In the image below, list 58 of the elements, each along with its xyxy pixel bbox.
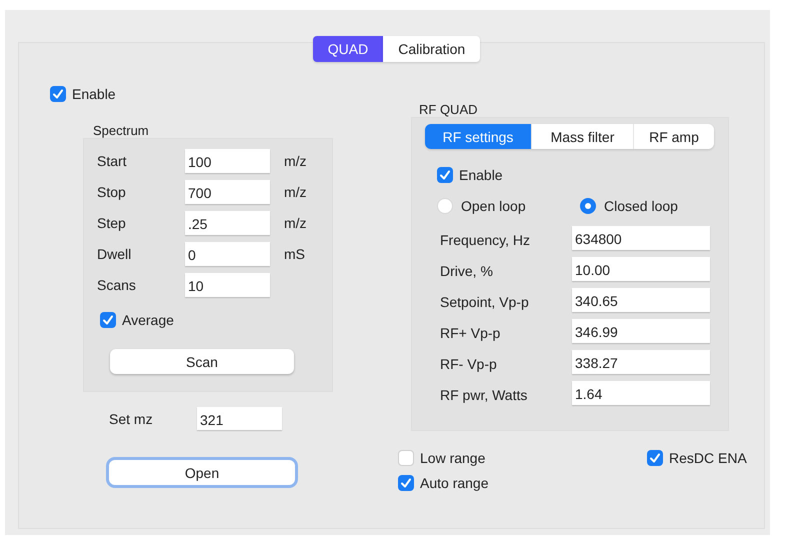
radio-label: Open loop <box>461 198 526 214</box>
checkbox[interactable] <box>398 450 414 466</box>
input-field[interactable]: 634800 <box>572 226 710 250</box>
tab[interactable]: QUAD <box>312 36 384 62</box>
input-field[interactable]: 346.99 <box>572 319 710 343</box>
input-field[interactable]: 100 <box>185 149 270 173</box>
unit-label: m/z <box>284 215 307 231</box>
input-field[interactable]: 340.65 <box>572 288 710 312</box>
field-label: RF pwr, Watts <box>440 386 528 403</box>
checkbox-label: Enable <box>459 167 503 183</box>
tab[interactable]: Calibration <box>383 36 480 62</box>
field-label: Start <box>97 153 128 169</box>
unit-label: mS <box>284 246 305 262</box>
field-label: RF- Vp-p <box>440 355 498 372</box>
checkmark-icon <box>649 452 661 464</box>
input-field[interactable]: 1.64 <box>572 381 710 405</box>
field-label: Frequency, Hz <box>440 231 531 248</box>
input-field[interactable]: 338.27 <box>572 350 710 374</box>
input-field[interactable]: 10 <box>185 273 270 297</box>
input-field[interactable]: 0 <box>185 242 270 266</box>
field-label: Step <box>97 215 127 231</box>
radio-button[interactable] <box>437 198 453 214</box>
open-button[interactable]: Open <box>109 460 295 485</box>
field-label: Stop <box>97 184 127 200</box>
checkbox-label: ResDC ENA <box>669 450 747 466</box>
radio-label: Closed loop <box>604 198 678 214</box>
checkmark-icon <box>400 477 412 489</box>
checkbox[interactable] <box>50 86 66 102</box>
tab[interactable]: RF settings <box>425 124 531 149</box>
field-label: Drive, % <box>440 262 494 279</box>
field-label: Dwell <box>97 246 132 262</box>
checkbox-label: Auto range <box>420 475 488 491</box>
checkbox-label: Low range <box>420 450 486 466</box>
group-title: Spectrum <box>93 124 150 138</box>
checkmark-icon <box>102 314 114 326</box>
input-field[interactable]: .25 <box>185 211 270 235</box>
checkbox[interactable] <box>398 475 414 491</box>
input-field[interactable]: 700 <box>185 180 270 204</box>
field-label: RF+ Vp-p <box>440 324 502 341</box>
field-label: Setpoint, Vp-p <box>440 293 530 310</box>
group-title: RF QUAD <box>419 103 478 117</box>
checkbox[interactable] <box>647 450 663 466</box>
radio-button[interactable] <box>580 198 596 214</box>
checkbox[interactable] <box>437 167 453 183</box>
unit-label: m/z <box>284 184 307 200</box>
scan-button[interactable]: Scan <box>110 349 294 374</box>
checkbox-label: Average <box>122 312 174 328</box>
checkbox[interactable] <box>100 312 116 328</box>
tab[interactable]: RF amp <box>633 124 714 149</box>
field-label: Set mz <box>109 410 154 426</box>
field-label: Scans <box>97 277 137 293</box>
checkmark-icon <box>439 169 451 181</box>
unit-label: m/z <box>284 153 307 169</box>
input-field[interactable]: 10.00 <box>572 257 710 281</box>
input-field[interactable]: 321 <box>197 407 282 430</box>
checkmark-icon <box>52 88 64 100</box>
tab[interactable]: Mass filter <box>531 124 633 149</box>
checkbox-label: Enable <box>72 86 116 102</box>
